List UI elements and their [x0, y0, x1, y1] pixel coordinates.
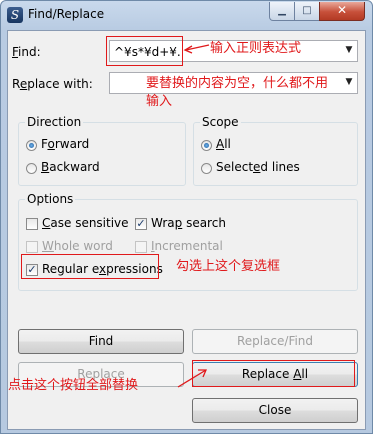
find-hint-annotation: 输入正则表达式 [210, 41, 302, 56]
minimize-icon[interactable]: ▁ [269, 2, 295, 21]
app-icon: S [7, 7, 23, 23]
replace-hint-annotation-line1: 要替换的内容为空，什么都不用 [146, 76, 329, 91]
wrap-search-label[interactable]: Wrap search [151, 216, 226, 230]
scope-title: Scope [200, 115, 241, 129]
backward-radio[interactable] [26, 163, 37, 174]
replace-find-button: Replace/Find [192, 329, 358, 354]
find-label: Find: [12, 45, 41, 59]
maximize-icon[interactable]: □ [294, 2, 320, 21]
wrap-search-checkbox[interactable]: ✓ [135, 218, 147, 230]
backward-label[interactable]: Backward [41, 160, 100, 174]
scope-group: Scope All Selected lines [193, 115, 358, 186]
title-bar[interactable]: S Find/Replace ▁ □ ✕ [1, 1, 372, 29]
all-radio[interactable] [201, 140, 212, 151]
direction-title: Direction [25, 115, 84, 129]
regex-highlight-box [21, 254, 159, 279]
direction-group: Direction Forward Backward [18, 115, 186, 186]
replace-all-hint-annotation: 点击这个按钮全部替换 [8, 378, 139, 393]
find-button[interactable]: Find [18, 329, 184, 354]
chevron-down-icon[interactable]: ▼ [343, 45, 355, 55]
chevron-down-icon[interactable]: ▼ [343, 77, 355, 87]
close-button[interactable]: Close [192, 398, 358, 423]
selected-lines-radio[interactable] [201, 163, 212, 174]
whole-word-checkbox [26, 241, 38, 253]
regex-hint-annotation: 勾选上这个复选框 [176, 259, 281, 274]
incremental-label: Incremental [151, 239, 223, 253]
find-highlight-box [106, 36, 183, 66]
case-sensitive-label[interactable]: Case sensitive [42, 216, 129, 230]
whole-word-label: Whole word [42, 239, 113, 253]
replace-label: Replace with: [12, 77, 93, 91]
replace-all-arrow-icon [177, 369, 207, 388]
case-sensitive-checkbox[interactable] [26, 218, 38, 230]
find-hint-arrow-icon [183, 44, 210, 54]
replace-hint-annotation-line2: 输入 [146, 94, 173, 109]
incremental-checkbox [135, 241, 147, 253]
window-title: Find/Replace [28, 7, 105, 21]
selected-lines-label[interactable]: Selected lines [216, 160, 300, 174]
options-title: Options [25, 192, 76, 206]
forward-label[interactable]: Forward [41, 137, 89, 151]
replace-all-highlight-box [192, 360, 355, 387]
forward-radio[interactable] [26, 140, 37, 151]
all-label[interactable]: All [216, 137, 231, 151]
close-icon[interactable]: ✕ [319, 2, 365, 21]
